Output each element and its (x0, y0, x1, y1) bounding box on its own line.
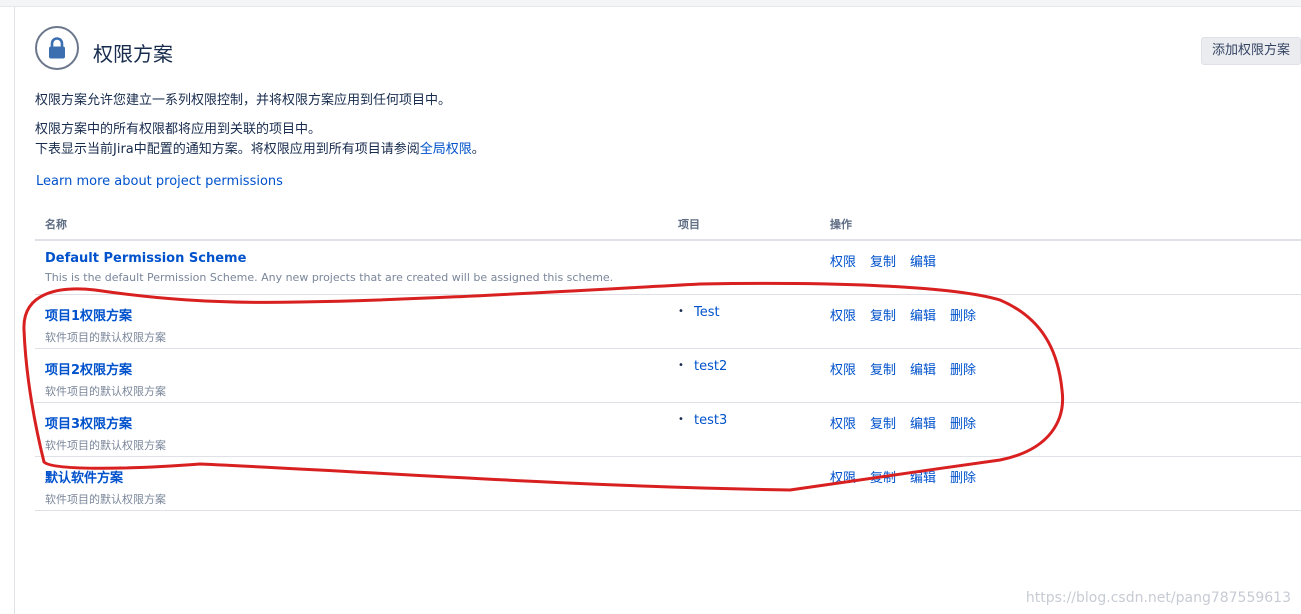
delete-link[interactable]: 删除 (950, 363, 976, 378)
delete-link[interactable]: 删除 (950, 471, 976, 486)
watermark: https://blog.csdn.net/pang787559613 (1025, 590, 1291, 606)
permission-schemes-table: 名称 项目 操作 Default Permission Scheme This i… (35, 208, 1301, 511)
main-content: 权限方案 添加权限方案 权限方案允许您建立一系列权限控制，并将权限方案应用到任何… (35, 26, 1301, 614)
permissions-link[interactable]: 权限 (830, 417, 856, 432)
project-link[interactable]: test2 (678, 359, 830, 374)
copy-link[interactable]: 复制 (870, 309, 896, 324)
scheme-description: This is the default Permission Scheme. A… (45, 271, 614, 284)
top-bar (0, 0, 1301, 7)
delete-link[interactable]: 删除 (950, 309, 976, 324)
edit-link[interactable]: 编辑 (910, 471, 936, 486)
copy-link[interactable]: 复制 (870, 255, 896, 270)
sidebar-divider (14, 7, 15, 614)
table-row: 项目3权限方案软件项目的默认权限方案 test3权限复制编辑删除 (35, 402, 1301, 457)
page-title: 权限方案 (93, 42, 173, 66)
column-header-projects: 项目 (668, 208, 830, 241)
scheme-name-link[interactable]: 项目2权限方案 (45, 359, 668, 378)
scheme-name-link[interactable]: 默认软件方案 (45, 467, 668, 486)
project-list: test2 (678, 359, 830, 374)
intro-line-1: 权限方案允许您建立一系列权限控制，并将权限方案应用到任何项目中。 (35, 93, 452, 108)
scheme-description: 软件项目的默认权限方案 (45, 492, 166, 506)
scheme-description: 软件项目的默认权限方案 (45, 384, 166, 398)
project-link[interactable]: Test (678, 305, 830, 320)
intro-line-2: 权限方案中的所有权限都将应用到关联的项目中。 (35, 122, 322, 137)
scheme-name-cell: Default Permission Scheme This is the def… (35, 240, 668, 295)
scheme-name-cell: 默认软件方案软件项目的默认权限方案 (35, 456, 668, 511)
scheme-name-link[interactable]: 项目3权限方案 (45, 413, 668, 432)
scheme-projects-cell: test3 (668, 402, 830, 457)
permissions-link[interactable]: 权限 (830, 255, 856, 270)
scheme-projects-cell: test2 (668, 348, 830, 403)
column-header-actions: 操作 (830, 208, 1301, 241)
delete-link[interactable]: 删除 (950, 417, 976, 432)
learn-more-link[interactable]: Learn more about project permissions (36, 174, 283, 189)
intro-line-3: 下表显示当前Jira中配置的通知方案。将权限应用到所有项目请参阅全局权限。 (35, 138, 485, 157)
scheme-name-cell: 项目2权限方案软件项目的默认权限方案 (35, 348, 668, 403)
table-row: Default Permission Scheme This is the def… (35, 240, 1301, 295)
scheme-projects-cell (668, 456, 830, 511)
intro-line-3-suffix: 。 (471, 142, 485, 157)
edit-link[interactable]: 编辑 (910, 255, 936, 270)
edit-link[interactable]: 编辑 (910, 417, 936, 432)
scheme-name-link[interactable]: Default Permission Scheme (45, 251, 668, 266)
scheme-name-cell: 项目1权限方案软件项目的默认权限方案 (35, 294, 668, 349)
add-permission-scheme-button[interactable]: 添加权限方案 (1200, 37, 1301, 65)
table-header-row: 名称 项目 操作 (35, 208, 1301, 241)
global-permissions-link[interactable]: 全局权限 (420, 142, 472, 157)
scheme-actions-cell: 权限 复制 编辑 删除 (830, 294, 1301, 349)
scheme-projects-cell: Test (668, 294, 830, 349)
scheme-description: 软件项目的默认权限方案 (45, 330, 166, 344)
permissions-link[interactable]: 权限 (830, 471, 856, 486)
lock-icon (35, 26, 79, 70)
scheme-description: 软件项目的默认权限方案 (45, 438, 166, 452)
scheme-actions-cell: 权限 复制 编辑 删除 (830, 348, 1301, 403)
project-list: test3 (678, 413, 830, 428)
scheme-projects-cell (668, 240, 830, 295)
project-link[interactable]: test3 (678, 413, 830, 428)
table-row: 项目1权限方案软件项目的默认权限方案 Test权限复制编辑删除 (35, 294, 1301, 349)
permissions-link[interactable]: 权限 (830, 363, 856, 378)
scheme-actions-cell: 权限 复制 编辑 (830, 240, 1301, 295)
scheme-actions-cell: 权限 复制 编辑 删除 (830, 456, 1301, 511)
copy-link[interactable]: 复制 (870, 363, 896, 378)
scheme-actions-cell: 权限 复制 编辑 删除 (830, 402, 1301, 457)
column-header-name: 名称 (35, 208, 668, 241)
table-body: Default Permission Scheme This is the def… (35, 240, 1301, 511)
scheme-name-link[interactable]: 项目1权限方案 (45, 305, 668, 324)
scheme-name-cell: 项目3权限方案软件项目的默认权限方案 (35, 402, 668, 457)
intro-line-3-prefix: 下表显示当前Jira中配置的通知方案。将权限应用到所有项目请参阅 (35, 142, 420, 157)
copy-link[interactable]: 复制 (870, 471, 896, 486)
permissions-link[interactable]: 权限 (830, 309, 856, 324)
table-row: 默认软件方案软件项目的默认权限方案 权限 复制 编辑 删除 (35, 456, 1301, 511)
edit-link[interactable]: 编辑 (910, 309, 936, 324)
copy-link[interactable]: 复制 (870, 417, 896, 432)
edit-link[interactable]: 编辑 (910, 363, 936, 378)
page-header: 权限方案 添加权限方案 (35, 26, 1301, 76)
table-row: 项目2权限方案软件项目的默认权限方案 test2权限复制编辑删除 (35, 348, 1301, 403)
project-list: Test (678, 305, 830, 320)
